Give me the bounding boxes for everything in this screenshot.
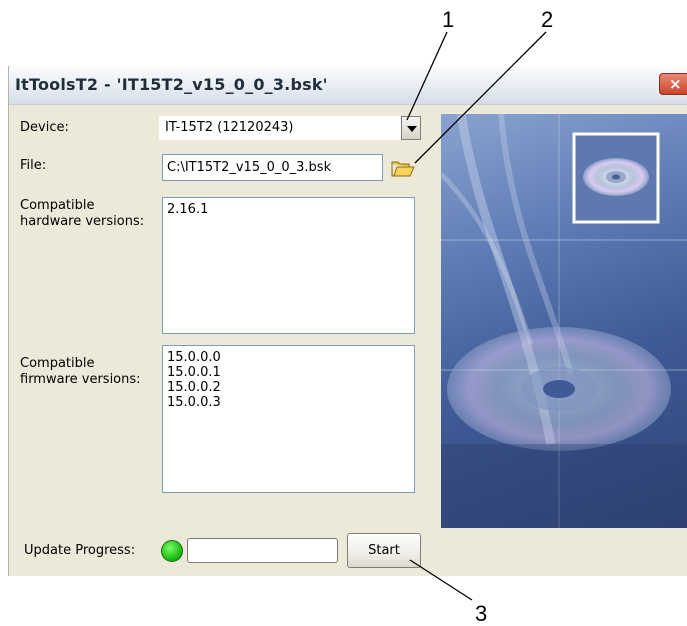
callout-2: 2: [541, 7, 554, 32]
device-label: Device:: [20, 120, 69, 135]
list-item: 15.0.0.2: [167, 380, 221, 395]
fw-versions-label: Compatible firmware versions:: [20, 356, 141, 388]
hw-versions-list[interactable]: 2.16.1: [162, 197, 415, 334]
callout-1: 1: [442, 7, 455, 32]
file-path-input[interactable]: C:\IT15T2_v15_0_0_3.bsk: [162, 154, 383, 181]
chevron-down-icon[interactable]: [401, 116, 421, 140]
file-label: File:: [20, 158, 47, 173]
fw-versions-list[interactable]: 15.0.0.0 15.0.0.1 15.0.0.2 15.0.0.3: [162, 345, 415, 493]
app-window: ItToolsT2 - 'IT15T2_v15_0_0_3.bsk' × Dev…: [8, 66, 687, 576]
callout-3: 3: [475, 601, 488, 626]
title-bar[interactable]: ItToolsT2 - 'IT15T2_v15_0_0_3.bsk' ×: [9, 66, 687, 105]
cd-picture: [441, 114, 687, 528]
fw-label-line-1: Compatible: [20, 356, 95, 371]
device-select-value: IT-15T2 (12120243): [165, 120, 294, 135]
fw-label-line-2: firmware versions:: [20, 372, 141, 387]
close-button[interactable]: ×: [659, 73, 687, 95]
window-title: ItToolsT2 - 'IT15T2_v15_0_0_3.bsk': [15, 75, 328, 94]
list-item: 15.0.0.3: [167, 395, 221, 410]
update-progress-bar: [187, 538, 338, 563]
update-progress-label: Update Progress:: [24, 543, 136, 558]
list-item: 15.0.0.1: [167, 365, 221, 380]
close-icon: ×: [669, 75, 682, 93]
status-led-icon: [161, 540, 183, 562]
hw-versions-label: Compatible hardware versions:: [20, 198, 144, 230]
file-path-value: C:\IT15T2_v15_0_0_3.bsk: [167, 160, 332, 175]
list-item: 2.16.1: [167, 202, 209, 217]
hw-label-line-2: hardware versions:: [20, 214, 145, 229]
list-item: 15.0.0.0: [167, 350, 221, 365]
hw-label-line-1: Compatible: [20, 198, 95, 213]
device-select[interactable]: IT-15T2 (12120243): [159, 116, 421, 140]
start-button[interactable]: Start: [347, 533, 421, 568]
cd-illustration: [441, 114, 687, 528]
folder-icon[interactable]: [391, 160, 415, 178]
